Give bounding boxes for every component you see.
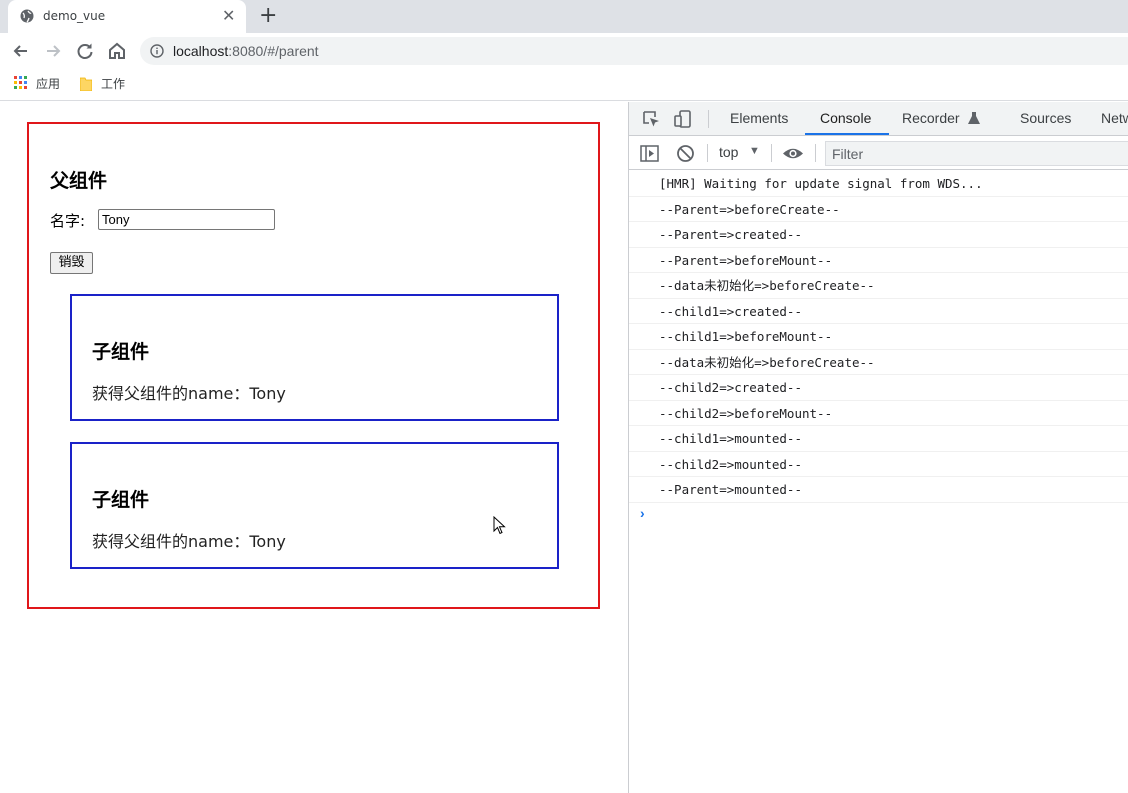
child-component-2: 子组件 获得父组件的name：Tony bbox=[70, 442, 559, 569]
reload-icon[interactable] bbox=[74, 40, 96, 62]
apps-grid-icon[interactable] bbox=[14, 76, 28, 90]
bookmarks-bar: 应用 工作 bbox=[0, 69, 1128, 101]
active-tab-indicator bbox=[805, 133, 889, 135]
child-title: 子组件 bbox=[92, 341, 150, 363]
console-message: --child2=>beforeMount-- bbox=[629, 401, 1128, 426]
forward-icon[interactable] bbox=[42, 40, 64, 62]
tab-title: demo_vue bbox=[43, 9, 106, 23]
flask-icon bbox=[968, 112, 980, 124]
eye-icon[interactable] bbox=[782, 144, 804, 163]
browser-tab[interactable]: demo_vue ✕ bbox=[8, 0, 246, 33]
tab-network[interactable]: Netw bbox=[1101, 110, 1128, 126]
globe-icon bbox=[20, 9, 34, 23]
mouse-cursor-icon bbox=[493, 516, 506, 535]
console-message: --child1=>created-- bbox=[629, 299, 1128, 324]
home-icon[interactable] bbox=[106, 40, 128, 62]
toolbar-divider bbox=[707, 144, 708, 162]
filter-input[interactable]: Filter bbox=[825, 141, 1128, 166]
context-selector[interactable]: top bbox=[719, 144, 738, 160]
toolbar-divider bbox=[771, 144, 772, 162]
console-message: --child1=>mounted-- bbox=[629, 426, 1128, 452]
tab-strip: demo_vue ✕ + bbox=[0, 0, 1128, 33]
console-message: --data未初始化=>beforeCreate-- bbox=[629, 273, 1128, 299]
tab-recorder[interactable]: Recorder bbox=[902, 110, 960, 126]
name-label: 名字: bbox=[50, 212, 86, 230]
page-viewport: 父组件 名字: Tony 销毁 子组件 获得父组件的name：Tony 子组件 … bbox=[0, 102, 628, 793]
new-tab-icon[interactable]: + bbox=[259, 3, 277, 29]
close-tab-icon[interactable]: ✕ bbox=[222, 6, 235, 26]
chevron-down-icon[interactable]: ▼ bbox=[749, 145, 760, 157]
child-component-1: 子组件 获得父组件的name：Tony bbox=[70, 294, 559, 421]
devtools-panel: Elements Console Recorder Sources Netw t… bbox=[628, 102, 1128, 793]
tab-sources[interactable]: Sources bbox=[1020, 110, 1071, 126]
parent-title: 父组件 bbox=[50, 170, 108, 192]
sidebar-toggle-icon[interactable] bbox=[640, 144, 659, 163]
clear-console-icon[interactable] bbox=[676, 144, 695, 163]
destroy-button[interactable]: 销毁 bbox=[50, 252, 93, 274]
url-text: localhost:8080/#/parent bbox=[173, 43, 319, 59]
inspect-element-icon[interactable] bbox=[641, 109, 661, 129]
toolbar-divider bbox=[708, 110, 709, 128]
console-message: --child1=>beforeMount-- bbox=[629, 324, 1128, 350]
console-message: --data未初始化=>beforeCreate-- bbox=[629, 350, 1128, 375]
name-input[interactable]: Tony bbox=[98, 209, 275, 230]
parent-component: 父组件 名字: Tony 销毁 子组件 获得父组件的name：Tony 子组件 … bbox=[27, 122, 600, 609]
back-icon[interactable] bbox=[10, 40, 32, 62]
browser-toolbar: localhost:8080/#/parent bbox=[0, 33, 1128, 69]
folder-icon bbox=[80, 77, 92, 91]
console-log: [HMR] Waiting for update signal from WDS… bbox=[629, 171, 1128, 503]
console-message: --child2=>mounted-- bbox=[629, 452, 1128, 477]
bookmark-apps[interactable]: 应用 bbox=[36, 76, 60, 92]
filter-placeholder: Filter bbox=[832, 146, 864, 162]
child-title: 子组件 bbox=[92, 489, 150, 511]
child-name-text: 获得父组件的name：Tony bbox=[92, 384, 286, 403]
console-message: --Parent=>beforeMount-- bbox=[629, 248, 1128, 273]
address-bar[interactable]: localhost:8080/#/parent bbox=[140, 37, 1128, 65]
bookmark-work[interactable]: 工作 bbox=[101, 76, 125, 92]
tab-console[interactable]: Console bbox=[820, 110, 871, 126]
toolbar-divider bbox=[815, 144, 816, 162]
tab-elements[interactable]: Elements bbox=[730, 110, 788, 126]
console-prompt[interactable]: › bbox=[640, 505, 645, 521]
console-message: --Parent=>beforeCreate-- bbox=[629, 197, 1128, 222]
console-toolbar: top ▼ Filter bbox=[629, 137, 1128, 170]
console-message: --Parent=>mounted-- bbox=[629, 477, 1128, 503]
device-toolbar-icon[interactable] bbox=[673, 109, 693, 129]
console-message: --Parent=>created-- bbox=[629, 222, 1128, 248]
info-icon[interactable] bbox=[150, 44, 164, 58]
console-message: --child2=>created-- bbox=[629, 375, 1128, 401]
child-name-text: 获得父组件的name：Tony bbox=[92, 532, 286, 551]
devtools-tabbar: Elements Console Recorder Sources Netw bbox=[629, 102, 1128, 136]
console-message: [HMR] Waiting for update signal from WDS… bbox=[629, 171, 1128, 197]
